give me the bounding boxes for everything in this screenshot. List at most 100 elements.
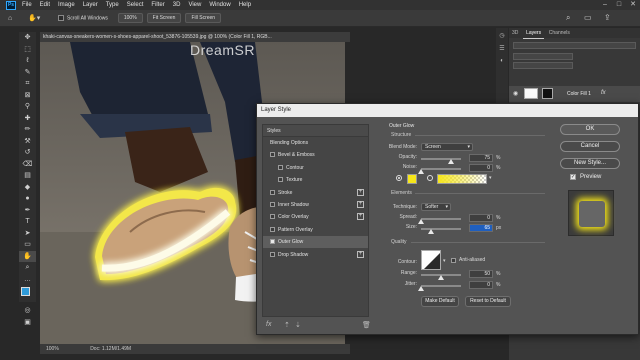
- dodge-tool-icon[interactable]: ●: [19, 193, 36, 205]
- opacity-slider[interactable]: [421, 158, 461, 160]
- crop-tool-icon[interactable]: ⌗: [19, 78, 36, 90]
- style-checkbox-contour[interactable]: [278, 164, 283, 170]
- layer-filter-field[interactable]: [513, 42, 636, 49]
- styles-header[interactable]: Styles: [263, 125, 368, 137]
- add-style-icon[interactable]: +: [357, 201, 364, 208]
- menu-select[interactable]: Select: [127, 2, 144, 8]
- fill-screen-button[interactable]: Fill Screen: [185, 13, 222, 23]
- add-style-icon[interactable]: +: [357, 188, 364, 196]
- make-default-button[interactable]: Make Default: [421, 296, 459, 307]
- more-tools-icon[interactable]: …: [19, 274, 36, 286]
- menu-window[interactable]: Window: [209, 2, 230, 8]
- glow-color-swatch[interactable]: [407, 174, 417, 184]
- gradient-tool-icon[interactable]: ▤: [19, 170, 36, 182]
- layer-row-color-fill[interactable]: ◉ Color Fill 1 fx: [509, 86, 640, 102]
- menu-filter[interactable]: Filter: [151, 2, 164, 8]
- spread-slider[interactable]: [421, 218, 461, 220]
- home-icon[interactable]: ⌂: [8, 15, 22, 22]
- style-row-bevel-emboss[interactable]: Bevel & Emboss: [263, 149, 368, 161]
- blend-mode-select[interactable]: Screen ▾: [421, 143, 473, 151]
- style-checkbox-outer-glow[interactable]: [270, 239, 275, 245]
- gradient-radio[interactable]: [427, 175, 433, 181]
- style-row-texture[interactable]: Texture: [263, 174, 368, 186]
- noise-slider[interactable]: [421, 168, 461, 170]
- new-style-button[interactable]: New Style...: [560, 158, 620, 169]
- menu-file[interactable]: File: [22, 2, 32, 8]
- eyedropper-tool-icon[interactable]: ⚲: [19, 101, 36, 113]
- menu-3d[interactable]: 3D: [173, 2, 181, 8]
- history-panel-icon[interactable]: ◷: [496, 32, 508, 39]
- noise-slider-thumb[interactable]: [418, 169, 424, 174]
- menu-type[interactable]: Type: [106, 2, 119, 8]
- brush-tool-icon[interactable]: ✏: [19, 124, 36, 136]
- style-row-blending-options[interactable]: Blending Options: [263, 137, 368, 149]
- share-icon[interactable]: ⇪: [604, 13, 611, 22]
- zoom-100-button[interactable]: 100%: [117, 13, 143, 23]
- blur-tool-icon[interactable]: ◆: [19, 182, 36, 194]
- healing-tool-icon[interactable]: ✚: [19, 113, 36, 125]
- spread-field[interactable]: 0: [469, 214, 493, 222]
- shape-tool-icon[interactable]: ▭: [19, 239, 36, 251]
- style-checkbox-bevel-emboss[interactable]: [270, 152, 275, 158]
- adjustments-panel-icon[interactable]: ◐: [496, 58, 508, 64]
- trash-icon[interactable]: 🗑: [362, 321, 371, 329]
- menu-view[interactable]: View: [188, 2, 201, 8]
- maximize-icon[interactable]: □: [612, 0, 626, 10]
- opacity-slider-thumb[interactable]: [448, 159, 454, 164]
- menu-edit[interactable]: Edit: [40, 2, 50, 8]
- tab-layers[interactable]: Layers: [523, 28, 545, 39]
- dialog-titlebar[interactable]: Layer Style: [257, 104, 638, 117]
- gradient-chevron-down-icon[interactable]: ▾: [489, 175, 492, 181]
- anti-aliased-checkbox[interactable]: [451, 258, 456, 263]
- screen-mode-icon[interactable]: ▣: [19, 317, 36, 329]
- lock-row[interactable]: [513, 62, 573, 69]
- contour-chevron-down-icon[interactable]: ▾: [443, 258, 446, 264]
- history-brush-tool-icon[interactable]: ↺: [19, 147, 36, 159]
- visibility-eye-icon[interactable]: ◉: [513, 90, 518, 97]
- fx-menu-icon[interactable]: fx: [266, 321, 271, 328]
- style-row-drop-shadow[interactable]: Drop Shadow +: [263, 249, 368, 261]
- clone-stamp-tool-icon[interactable]: ⚒: [19, 136, 36, 148]
- tab-3d[interactable]: 3D: [509, 28, 521, 38]
- range-slider-thumb[interactable]: [438, 275, 444, 280]
- jitter-field[interactable]: 0: [469, 281, 493, 289]
- size-slider-thumb[interactable]: [428, 229, 435, 234]
- path-select-tool-icon[interactable]: ➤: [19, 228, 36, 240]
- style-checkbox-color-overlay[interactable]: [270, 214, 275, 220]
- solid-color-radio[interactable]: [396, 175, 402, 181]
- foreground-color-swatch[interactable]: [21, 287, 30, 296]
- style-checkbox-inner-shadow[interactable]: [270, 202, 275, 207]
- technique-select[interactable]: Softer ▾: [421, 203, 451, 211]
- move-tool-icon[interactable]: ✥: [19, 32, 36, 44]
- search-icon[interactable]: ⌕: [566, 13, 570, 23]
- contour-preview[interactable]: [421, 250, 441, 270]
- style-row-pattern-overlay[interactable]: Pattern Overlay: [263, 224, 368, 236]
- frame-tool-icon[interactable]: ⊠: [19, 90, 36, 102]
- ok-button[interactable]: OK: [560, 124, 620, 135]
- menu-layer[interactable]: Layer: [83, 2, 98, 8]
- style-row-color-overlay[interactable]: Color Overlay +: [263, 211, 368, 223]
- jitter-slider-thumb[interactable]: [418, 286, 424, 291]
- jitter-slider[interactable]: [421, 285, 461, 287]
- layer-fx-icon[interactable]: fx: [601, 90, 606, 96]
- style-checkbox-pattern-overlay[interactable]: [270, 226, 275, 232]
- status-zoom[interactable]: 100%: [46, 346, 59, 352]
- pen-tool-icon[interactable]: ✒: [19, 205, 36, 217]
- status-doc-size[interactable]: Doc: 1.12M/1.49M: [90, 346, 131, 352]
- style-checkbox-texture[interactable]: [278, 177, 283, 183]
- glow-gradient-swatch[interactable]: [437, 174, 487, 184]
- style-row-contour[interactable]: Contour: [263, 162, 368, 174]
- add-style-icon[interactable]: +: [357, 250, 364, 258]
- tab-channels[interactable]: Channels: [546, 28, 573, 38]
- blend-mode-select[interactable]: [513, 53, 573, 60]
- add-style-icon[interactable]: +: [357, 213, 364, 221]
- eraser-tool-icon[interactable]: ⌫: [19, 159, 36, 171]
- hand-tool-icon[interactable]: ✋: [19, 250, 36, 262]
- zoom-tool-icon[interactable]: ⌕: [19, 262, 36, 274]
- noise-field[interactable]: 0: [469, 164, 493, 172]
- size-slider[interactable]: [421, 228, 461, 230]
- menu-image[interactable]: Image: [58, 2, 75, 8]
- style-row-inner-shadow[interactable]: Inner Shadow +: [263, 199, 368, 211]
- hand-tool-preset-icon[interactable]: ✋▾: [28, 14, 50, 22]
- properties-panel-icon[interactable]: ☰: [496, 45, 508, 52]
